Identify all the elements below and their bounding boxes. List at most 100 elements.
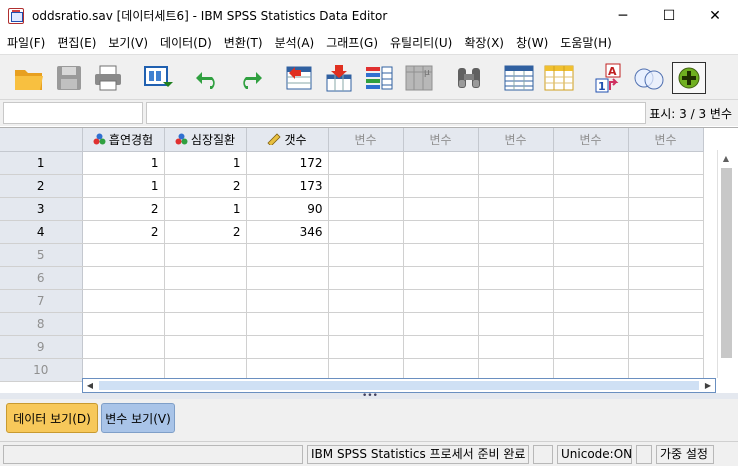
column-header-empty[interactable]: 변수: [328, 128, 404, 152]
data-cell[interactable]: [478, 335, 554, 359]
maximize-button[interactable]: ☐: [646, 0, 692, 31]
data-cell[interactable]: [82, 243, 165, 267]
menu-transform[interactable]: 변환(T): [221, 34, 272, 51]
data-cell[interactable]: [478, 220, 554, 244]
row-number[interactable]: 2: [0, 174, 83, 198]
data-cell[interactable]: [553, 266, 629, 290]
column-header-empty[interactable]: 변수: [403, 128, 479, 152]
data-cell[interactable]: [553, 243, 629, 267]
goto-case-icon[interactable]: [282, 62, 316, 94]
menu-utilities[interactable]: 유틸리티(U): [387, 34, 461, 51]
data-cell[interactable]: [82, 266, 165, 290]
variables-icon[interactable]: [362, 62, 396, 94]
data-cell[interactable]: [403, 243, 479, 267]
column-header-heart-disease[interactable]: 심장질환: [164, 128, 247, 152]
data-cell[interactable]: [328, 312, 404, 336]
data-cell[interactable]: [628, 243, 704, 267]
data-cell[interactable]: [403, 220, 479, 244]
data-cell[interactable]: [246, 289, 329, 313]
data-cell[interactable]: [628, 220, 704, 244]
print-icon[interactable]: [91, 62, 125, 94]
data-cell[interactable]: [403, 312, 479, 336]
data-cell[interactable]: 2: [164, 220, 247, 244]
scroll-left-icon[interactable]: ◀: [83, 379, 97, 392]
data-cell[interactable]: [553, 335, 629, 359]
cell-value-field[interactable]: [146, 102, 646, 124]
data-cell[interactable]: [246, 312, 329, 336]
data-cell[interactable]: [478, 197, 554, 221]
menu-view[interactable]: 보기(V): [105, 34, 157, 51]
data-cell[interactable]: 1: [82, 151, 165, 175]
data-cell[interactable]: [328, 220, 404, 244]
data-cell[interactable]: [478, 174, 554, 198]
data-cell[interactable]: [328, 174, 404, 198]
column-header-empty[interactable]: 변수: [628, 128, 704, 152]
resize-grip-icon[interactable]: [718, 445, 734, 464]
data-cell[interactable]: [328, 243, 404, 267]
data-cell[interactable]: [628, 289, 704, 313]
row-number[interactable]: 5: [0, 243, 83, 267]
column-header-smoking[interactable]: 흡연경험: [82, 128, 165, 152]
data-cell[interactable]: [246, 243, 329, 267]
row-number[interactable]: 8: [0, 312, 83, 336]
dialog-recall-icon[interactable]: [141, 62, 175, 94]
data-cell[interactable]: [328, 335, 404, 359]
menu-window[interactable]: 창(W): [513, 34, 557, 51]
data-cell[interactable]: [328, 197, 404, 221]
data-cell[interactable]: [164, 243, 247, 267]
data-cell[interactable]: [246, 335, 329, 359]
row-number[interactable]: 7: [0, 289, 83, 313]
data-cell[interactable]: [553, 151, 629, 175]
run-descriptives-icon[interactable]: μ: [402, 62, 436, 94]
close-button[interactable]: ✕: [692, 0, 738, 31]
cell-reference-field[interactable]: [3, 102, 143, 124]
data-cell[interactable]: [164, 335, 247, 359]
data-cell[interactable]: [403, 151, 479, 175]
data-cell[interactable]: [628, 266, 704, 290]
data-cell[interactable]: [478, 266, 554, 290]
tab-variable-view[interactable]: 변수 보기(V): [101, 403, 175, 433]
redo-icon[interactable]: [232, 62, 266, 94]
value-labels-icon[interactable]: A1: [592, 62, 626, 94]
row-number[interactable]: 9: [0, 335, 83, 359]
data-cell[interactable]: [628, 197, 704, 221]
data-cell[interactable]: [403, 266, 479, 290]
data-cell[interactable]: 1: [164, 151, 247, 175]
data-cell[interactable]: [164, 312, 247, 336]
data-cell[interactable]: [553, 197, 629, 221]
minimize-button[interactable]: ─: [600, 0, 646, 31]
find-icon[interactable]: [452, 62, 486, 94]
menu-extensions[interactable]: 확장(X): [461, 34, 513, 51]
row-number[interactable]: 1: [0, 151, 83, 175]
use-sets-icon[interactable]: [632, 62, 666, 94]
row-number[interactable]: 4: [0, 220, 83, 244]
data-cell[interactable]: [628, 312, 704, 336]
save-icon[interactable]: [52, 62, 86, 94]
menu-edit[interactable]: 편집(E): [54, 34, 105, 51]
grid-corner[interactable]: [0, 128, 83, 152]
data-cell[interactable]: [553, 289, 629, 313]
data-cell[interactable]: [553, 312, 629, 336]
data-cell[interactable]: 1: [164, 197, 247, 221]
data-cell[interactable]: 1: [82, 174, 165, 198]
data-cell[interactable]: [82, 289, 165, 313]
data-cell[interactable]: [478, 289, 554, 313]
data-cell[interactable]: [628, 335, 704, 359]
menu-data[interactable]: 데이터(D): [157, 34, 221, 51]
scroll-right-icon[interactable]: ▶: [701, 379, 715, 392]
column-header-empty[interactable]: 변수: [553, 128, 629, 152]
menu-file[interactable]: 파일(F): [4, 34, 54, 51]
row-number[interactable]: 6: [0, 266, 83, 290]
data-cell[interactable]: [403, 174, 479, 198]
data-cell[interactable]: [246, 266, 329, 290]
horizontal-scroll-thumb[interactable]: [99, 381, 699, 390]
goto-variable-icon[interactable]: [322, 62, 356, 94]
row-number[interactable]: 10: [0, 358, 83, 382]
data-cell[interactable]: [628, 151, 704, 175]
horizontal-scrollbar[interactable]: ◀ ▶: [82, 378, 716, 393]
data-cell[interactable]: [478, 151, 554, 175]
data-cell[interactable]: [164, 289, 247, 313]
vertical-scrollbar[interactable]: ▲: [717, 150, 734, 378]
tab-data-view[interactable]: 데이터 보기(D): [6, 403, 98, 433]
insert-cases-icon[interactable]: [502, 62, 536, 94]
